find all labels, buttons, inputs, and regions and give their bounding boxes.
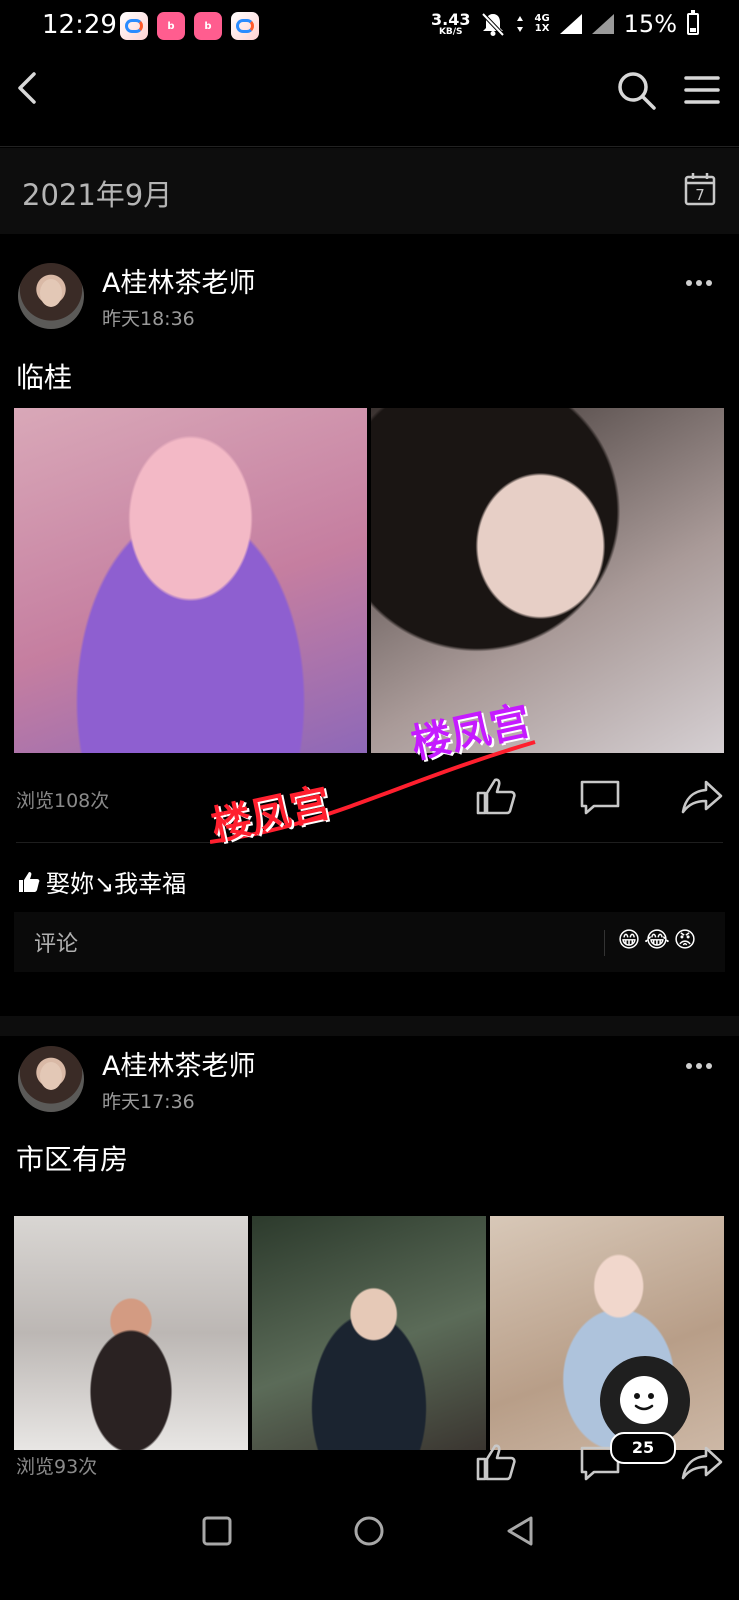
back-icon[interactable] bbox=[12, 68, 52, 108]
view-count: 浏览108次 bbox=[16, 790, 110, 812]
comment-icon[interactable] bbox=[578, 776, 622, 816]
calendar-icon[interactable]: 7 bbox=[684, 172, 716, 206]
post-time: 昨天18:36 bbox=[102, 308, 195, 330]
comment-separator bbox=[604, 930, 605, 956]
avatar[interactable] bbox=[18, 263, 84, 329]
floating-badge-count: 25 bbox=[610, 1432, 676, 1464]
more-options-icon[interactable] bbox=[686, 1063, 714, 1073]
data-arrows-icon bbox=[517, 16, 524, 32]
share-icon[interactable] bbox=[680, 1442, 724, 1482]
back-nav-icon[interactable] bbox=[504, 1514, 538, 1548]
share-icon[interactable] bbox=[680, 776, 724, 816]
post-time: 昨天17:36 bbox=[102, 1091, 195, 1113]
like-icon[interactable] bbox=[474, 1442, 518, 1482]
month-label: 2021年9月 bbox=[22, 178, 173, 212]
month-bar: 2021年9月 7 bbox=[0, 148, 739, 234]
battery-percentage: 15% bbox=[623, 10, 677, 38]
comment-input[interactable]: 评论 😁 😂 😡 bbox=[14, 912, 725, 972]
bilibili-icon: b bbox=[157, 12, 185, 40]
view-count: 浏览93次 bbox=[16, 1456, 98, 1478]
recents-icon[interactable] bbox=[200, 1514, 234, 1548]
net-speed-unit: KB/S bbox=[438, 26, 463, 37]
author-name[interactable]: A桂林茶老师 bbox=[102, 1044, 255, 1083]
angry-emoji-icon[interactable]: 😡 bbox=[670, 926, 700, 956]
grin-emoji-icon[interactable]: 😁 bbox=[614, 926, 644, 956]
baidu-netdisk-icon bbox=[231, 12, 259, 40]
menu-icon[interactable] bbox=[680, 68, 724, 112]
net-type-bottom: 1X bbox=[534, 23, 550, 34]
author-name[interactable]: A桂林茶老师 bbox=[102, 261, 255, 300]
status-bar: 12:29 b b 3.43 KB/S 4G 1X 15% bbox=[0, 0, 739, 56]
header bbox=[0, 56, 739, 147]
net-type: 4G 1X bbox=[534, 14, 549, 34]
search-icon[interactable] bbox=[614, 68, 658, 112]
ghost-face-icon bbox=[620, 1376, 668, 1424]
liked-by-row: 娶妳↘我幸福 bbox=[18, 864, 186, 899]
post: A桂林茶老师 昨天18:36 临桂 浏览108次 娶妳↘我幸福 评论 😁 😂 😡 bbox=[0, 236, 739, 1016]
status-time: 12:29 bbox=[42, 10, 117, 40]
post-photo[interactable] bbox=[14, 408, 367, 753]
post-photo[interactable] bbox=[252, 1216, 486, 1450]
post-text: 市区有房 bbox=[16, 1143, 129, 1176]
thumbs-up-icon bbox=[19, 871, 40, 892]
signal-icon bbox=[559, 14, 582, 34]
status-notification-icons: b b bbox=[120, 12, 259, 40]
avatar[interactable] bbox=[18, 1046, 84, 1112]
home-icon[interactable] bbox=[352, 1514, 386, 1548]
post-text: 临桂 bbox=[16, 361, 73, 394]
bell-muted-icon bbox=[482, 12, 505, 37]
comment-placeholder: 评论 bbox=[34, 932, 79, 957]
section-gap bbox=[0, 1016, 739, 1036]
status-right: 3.43 KB/S 4G 1X 15% bbox=[431, 10, 699, 38]
calendar-day: 7 bbox=[695, 186, 705, 204]
screen: 12:29 b b 3.43 KB/S 4G 1X 15% 2021年9月 7 … bbox=[0, 0, 739, 1600]
post-photo[interactable] bbox=[14, 1216, 248, 1450]
system-nav-bar bbox=[0, 1490, 739, 1600]
battery-icon bbox=[687, 10, 699, 35]
signal-icon bbox=[591, 14, 614, 34]
laugh-emoji-icon[interactable]: 😂 bbox=[642, 926, 672, 956]
bilibili-icon: b bbox=[194, 12, 222, 40]
net-speed: 3.43 KB/S bbox=[431, 9, 471, 37]
baidu-netdisk-icon bbox=[120, 12, 148, 40]
net-speed-value: 3.43 bbox=[431, 9, 471, 29]
liked-by-user[interactable]: 娶妳↘我幸福 bbox=[46, 864, 186, 899]
more-options-icon[interactable] bbox=[686, 280, 714, 290]
post-photo[interactable] bbox=[371, 408, 724, 753]
